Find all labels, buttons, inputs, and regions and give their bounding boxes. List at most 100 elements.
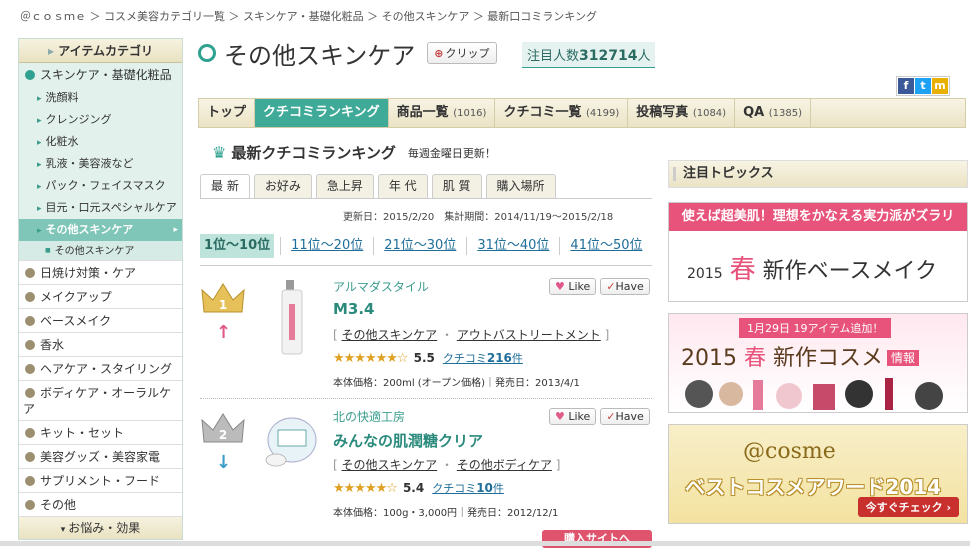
brand-link[interactable]: 北の快適工房	[333, 408, 405, 425]
item-actions: ♥ Like ✓Have	[549, 278, 650, 295]
star-icons: ★★★★★★☆	[333, 350, 409, 366]
sidebar-subsub-item[interactable]: その他スキンケア	[19, 241, 182, 261]
rating-score: 5.4	[402, 481, 425, 495]
rank-down-icon: ↓	[216, 452, 232, 473]
subtab-rising[interactable]: 急上昇	[315, 174, 374, 198]
sidebar-category[interactable]: サプリメント・フード	[19, 469, 182, 493]
review-count-link[interactable]: クチコミ216件	[443, 350, 523, 366]
ranking-title: 最新クチコミランキング	[231, 144, 396, 162]
banner-logo-text: @cosme	[743, 439, 836, 464]
cosmetics-illustration	[685, 378, 943, 410]
page-link[interactable]: 31位〜40位	[473, 234, 553, 258]
sidebar-category[interactable]: その他	[19, 493, 182, 517]
facebook-icon[interactable]: f	[898, 78, 914, 94]
category-link[interactable]: その他ボディケア	[457, 458, 552, 472]
divider	[559, 237, 561, 255]
gold-crown-icon: 1	[201, 283, 245, 313]
update-info: 更新日：2015/2/20 集計期間：2014/11/19〜2015/2/18	[343, 212, 614, 223]
twitter-icon[interactable]: t	[915, 78, 931, 94]
banner-text: ベストコスメアワード2014	[685, 475, 942, 499]
subtab-latest[interactable]: 最 新	[200, 174, 250, 199]
sidebar-category[interactable]: 香水	[19, 333, 182, 357]
check-icon: ✓	[606, 280, 616, 293]
heart-icon: ♥	[555, 410, 565, 423]
sidebar-category[interactable]: メイクアップ	[19, 285, 182, 309]
category-link[interactable]: その他スキンケア	[342, 328, 438, 342]
sidebar-category[interactable]: 美容グッズ・美容家電	[19, 445, 182, 469]
subtab-age[interactable]: 年 代	[377, 174, 428, 198]
clip-button[interactable]: ⊕ クリップ	[427, 42, 497, 64]
banner-base-makeup[interactable]: 使えば超美肌！理想をかなえる実力派がズラリ 2015 春 新作ベースメイク	[668, 202, 968, 302]
tab-photos[interactable]: 投稿写真 (1084)	[628, 99, 736, 127]
main-tabs: トップ クチコミランキング 商品一覧 (1016) クチコミ一覧 (4199) …	[198, 98, 966, 128]
tab-products[interactable]: 商品一覧 (1016)	[389, 99, 496, 127]
product-name-link[interactable]: みんなの肌潤糖クリア	[333, 430, 483, 451]
sidebar-sub-item-active[interactable]: その他スキンケア	[19, 219, 182, 241]
page-heading: その他スキンケア ⊕ クリップ	[198, 38, 497, 70]
sidebar-category[interactable]: 日焼け対策・ケア	[19, 261, 182, 285]
sidebar-sub-item[interactable]: 洗顔料	[19, 87, 182, 109]
window-bottom-bar	[0, 541, 970, 546]
rank-number: 1	[219, 298, 227, 312]
category-link[interactable]: アウトバストリートメント	[457, 328, 601, 342]
price-info: 本体価格：200ml (オープン価格)｜発売日：2013/4/1	[333, 378, 580, 389]
page-link[interactable]: 11位〜20位	[287, 234, 367, 258]
sidebar-category[interactable]: ボディケア・オーラルケア	[19, 381, 182, 421]
sidebar-sub-item[interactable]: 目元・口元スペシャルケア	[19, 197, 182, 219]
plus-icon	[25, 500, 35, 510]
product-image[interactable]	[262, 278, 322, 358]
topics-header: 注目トピックス	[668, 160, 968, 188]
subtab-store[interactable]: 購入場所	[485, 174, 556, 198]
page-link[interactable]: 21位〜30位	[380, 234, 460, 258]
category-sidebar: アイテムカテゴリ スキンケア・基礎化粧品 洗顔料 クレンジング 化粧水 乳液・美…	[18, 38, 183, 540]
plus-icon	[25, 476, 35, 486]
minus-icon	[25, 70, 35, 80]
price-info: 本体価格：100g・3,000円｜発売日：2012/12/1	[333, 508, 559, 519]
divider	[200, 265, 652, 266]
sidebar-category[interactable]: ベースメイク	[19, 309, 182, 333]
category-link[interactable]: その他スキンケア	[342, 458, 438, 472]
have-button[interactable]: ✓Have	[600, 408, 650, 425]
plus-icon	[25, 452, 35, 462]
plus-icon	[25, 388, 35, 398]
product-categories: [ その他スキンケア ・ アウトバストリートメント ]	[333, 328, 610, 342]
product-categories: [ その他スキンケア ・ その他ボディケア ]	[333, 458, 561, 472]
item-actions: ♥ Like ✓Have	[549, 408, 650, 425]
ranking-header: ♛ 最新クチコミランキング 毎週金曜日更新！	[200, 142, 496, 163]
brand-link[interactable]: アルマダスタイル	[333, 278, 429, 295]
page-link-active[interactable]: 1位〜10位	[200, 234, 275, 258]
ranking-item: 1 ↑ アルマダスタイル M3.4 [ その他スキンケア ・ アウトバストリート…	[200, 278, 652, 410]
banner-ribbon: 1月29日 19アイテム追加！	[739, 318, 892, 338]
tab-reviews[interactable]: クチコミ一覧 (4199)	[495, 99, 629, 127]
breadcrumb[interactable]: ＠ｃｏｓｍｅ ＞ コスメ美容カテゴリ一覧 ＞ スキンケア・基礎化粧品 ＞ その他…	[20, 8, 597, 24]
like-button[interactable]: ♥ Like	[549, 408, 597, 425]
banner-new-cosme[interactable]: 1月29日 19アイテム追加！ 2015 春 新作コスメ 情報	[668, 313, 968, 413]
sidebar-sub-item[interactable]: クレンジング	[19, 109, 182, 131]
sidebar-category[interactable]: ヘアケア・スタイリング	[19, 357, 182, 381]
sidebar-sub-item[interactable]: 化粧水	[19, 131, 182, 153]
mixi-icon[interactable]: m	[932, 78, 948, 94]
check-icon: ✓	[606, 410, 616, 423]
watch-count[interactable]: 注目人数312714人	[522, 42, 656, 68]
sidebar-category[interactable]: キット・セット	[19, 421, 182, 445]
have-button[interactable]: ✓Have	[600, 278, 650, 295]
sidebar-sub-item[interactable]: パック・フェイスマスク	[19, 175, 182, 197]
page-link[interactable]: 41位〜50位	[566, 234, 646, 258]
rank-number: 2	[219, 428, 227, 442]
banner-best-cosme[interactable]: @cosme ベストコスメアワード2014 今すぐチェック ›	[668, 424, 968, 524]
tab-top[interactable]: トップ	[199, 99, 256, 127]
like-button[interactable]: ♥ Like	[549, 278, 597, 295]
divider	[200, 198, 652, 199]
subtab-favorite[interactable]: お好み	[253, 174, 312, 198]
sidebar-sub-item[interactable]: 乳液・美容液など	[19, 153, 182, 175]
product-name-link[interactable]: M3.4	[333, 300, 375, 318]
sidebar-category-skincare[interactable]: スキンケア・基礎化粧品	[19, 63, 182, 87]
sidebar-concerns[interactable]: お悩み・効果	[19, 517, 182, 539]
subtab-skin[interactable]: 肌 質	[431, 174, 482, 198]
review-count-link[interactable]: クチコミ10件	[432, 480, 504, 496]
divider	[280, 237, 282, 255]
tab-ranking[interactable]: クチコミランキング	[255, 99, 389, 127]
tab-qa[interactable]: QA (1385)	[735, 99, 811, 127]
product-image[interactable]	[262, 408, 322, 470]
check-now-button[interactable]: 今すぐチェック ›	[857, 497, 959, 517]
